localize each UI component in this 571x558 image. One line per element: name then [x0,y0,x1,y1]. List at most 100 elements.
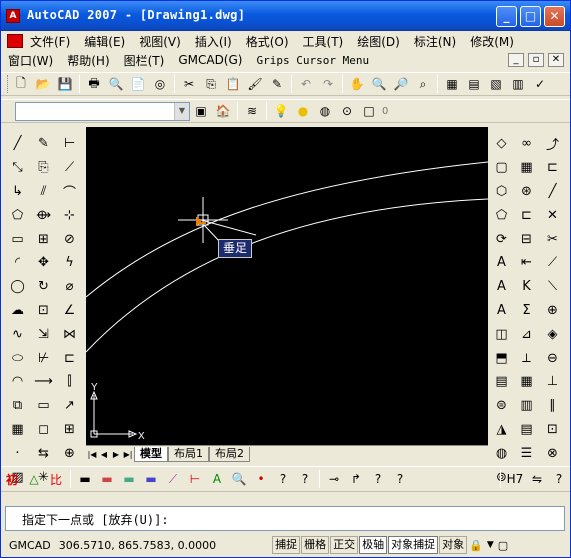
continue-dim-icon[interactable]: ⫿ [59,370,81,394]
design-center-icon[interactable]: ▤ [464,75,484,93]
workspace-combo[interactable]: ▼ [15,101,190,121]
baseline-dim-icon[interactable]: ⊏ [59,346,81,370]
text-a-icon[interactable]: A [207,470,227,488]
rectangle-icon[interactable]: ▭ [7,227,29,251]
snap-midpoint-icon[interactable]: ✕ [542,203,564,227]
open-file-icon[interactable]: 📂 [33,75,53,93]
aligned-dim-icon[interactable]: ⟋ [59,156,81,180]
snap-parallel-icon[interactable]: ∥ [542,394,564,418]
snap-node-icon[interactable]: ⊗ [542,441,564,465]
leader-icon[interactable]: ↗ [59,394,81,418]
chart-icon[interactable]: ▤ [516,418,538,442]
layer-current-value[interactable]: 0 [382,106,388,117]
dot-icon[interactable]: • [251,470,271,488]
init-button[interactable]: 初 [2,470,22,488]
clip-icon[interactable]: ⊏ [516,203,538,227]
erase-icon[interactable]: ✎ [33,132,55,156]
region-icon[interactable]: ▢ [491,156,513,180]
h7-icon[interactable]: H7 [505,470,525,488]
maximize-button[interactable]: □ [520,6,541,27]
stretch-icon[interactable]: ⇲ [33,322,55,346]
properties-icon[interactable]: ▦ [442,75,462,93]
menu-file[interactable]: 文件(F) [23,33,77,50]
tab-next-icon[interactable]: ▶ [110,450,122,459]
snap-apparent-icon[interactable]: ⟋ [542,251,564,275]
tab-first-icon[interactable]: |◀ [86,450,98,459]
osnap-toggle[interactable]: 对象捕捉 [388,536,439,554]
sphere-icon[interactable]: ◍ [491,441,513,465]
snap-endpoint-icon[interactable]: ╱ [542,180,564,204]
cut-icon[interactable]: ✂ [179,75,199,93]
cylinder-icon[interactable]: ⊜ [491,394,513,418]
circle-icon[interactable]: ◯ [7,275,29,299]
mirror-text-icon[interactable]: ⇋ [527,470,547,488]
ortho-toggle[interactable]: 正交 [330,536,359,554]
copy-object-icon[interactable]: ⎘ [33,156,55,180]
grid-icon[interactable]: ▦ [516,370,538,394]
insert-block-icon[interactable]: ⧉ [7,394,29,418]
axis-icon[interactable]: ⟂ [516,346,538,370]
chamfer-icon[interactable]: ⇆ [33,441,55,465]
magnifier-icon[interactable]: 🔍 [229,470,249,488]
match-properties-icon[interactable]: 🖌 [245,75,265,93]
snap-perpendicular-icon[interactable]: ⊥ [542,370,564,394]
spline-icon[interactable]: ∿ [7,322,29,346]
menu-insert[interactable]: 插入(I) [188,33,239,50]
line-blue-icon[interactable]: ▬ [141,470,161,488]
linear-dim-icon[interactable]: ⊢ [59,132,81,156]
pointer-icon[interactable]: ↱ [346,470,366,488]
help3-icon[interactable]: ? [368,470,388,488]
line-bold-icon[interactable]: ▬ [75,470,95,488]
snap-intersection-icon[interactable]: ✂ [542,227,564,251]
line-green-icon[interactable]: ▬ [119,470,139,488]
help2-icon[interactable]: ? [295,470,315,488]
save-icon[interactable]: 💾 [55,75,75,93]
sheet-set-icon[interactable]: ▥ [508,75,528,93]
arc-length-icon[interactable]: ⌒ [59,180,81,204]
status-menu-icon[interactable]: ▼ [487,540,494,550]
polygon-icon[interactable]: ⬠ [7,203,29,227]
dim-red-icon[interactable]: ⊢ [185,470,205,488]
diagonal-icon[interactable]: ⟋ [163,470,183,488]
markup-icon[interactable]: ✓ [530,75,550,93]
line-red-icon[interactable]: ▬ [97,470,117,488]
print-preview-icon[interactable]: 🔍 [106,75,126,93]
snap-center-icon[interactable]: ⊕ [542,299,564,323]
angular-dim-icon[interactable]: ∠ [59,299,81,323]
pan-icon[interactable]: ✋ [347,75,367,93]
zoom-realtime-icon[interactable]: 🔍 [369,75,389,93]
block-editor-icon[interactable]: ✎ [267,75,287,93]
text-scale-icon[interactable]: A [491,299,513,323]
menu-tools[interactable]: 工具(T) [296,33,351,50]
mirror-icon[interactable]: ⫽ [33,180,55,204]
drawing-canvas[interactable]: Y X 垂足 [86,127,488,445]
ellipse-icon[interactable]: ⬭ [7,346,29,370]
scale-icon[interactable]: ⊡ [33,299,55,323]
eraser-icon[interactable]: ◇ [491,132,513,156]
snap-insert-icon[interactable]: ⊡ [542,418,564,442]
menu-gmcad[interactable]: GMCAD(G) [171,53,249,67]
doc-close-button[interactable]: ✕ [548,53,564,67]
layer-freeze-icon[interactable]: ● [293,102,313,120]
line-icon[interactable]: ╱ [7,132,29,156]
arrow-left-icon[interactable]: ⇤ [516,251,538,275]
boundary-icon[interactable]: ⬡ [491,180,513,204]
menu-grips-cursor[interactable]: Grips Cursor Menu [249,54,376,67]
help5-icon[interactable]: ? [549,470,569,488]
polyline-icon[interactable]: ↳ [7,180,29,204]
arc-icon[interactable]: ◜ [7,251,29,275]
trim-icon[interactable]: ⊬ [33,346,55,370]
menu-view[interactable]: 视图(V) [132,33,188,50]
layer-make-current-icon[interactable]: 🏠 [213,102,233,120]
layer-plot-icon[interactable]: ⊙ [337,102,357,120]
offset-icon[interactable]: ⟴ [33,203,55,227]
table-icon[interactable]: ▤ [491,370,513,394]
tab-model[interactable]: 模型 [134,446,168,462]
radius-dim-icon[interactable]: ⊘ [59,227,81,251]
redo-icon[interactable]: ↷ [318,75,338,93]
autocad-app-icon[interactable]: A [6,9,20,23]
text-ks-icon[interactable]: K [516,275,538,299]
menu-tubar[interactable]: 图栏(T) [117,52,172,69]
layer-previous-icon[interactable]: ▣ [191,102,211,120]
document-icon[interactable] [7,34,23,48]
